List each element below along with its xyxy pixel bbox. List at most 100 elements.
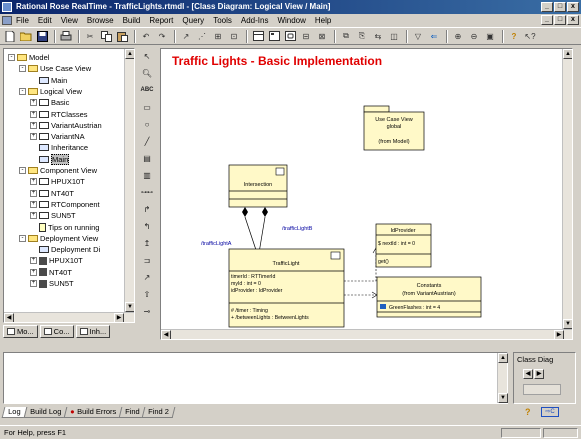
dependency-to-idprovider[interactable] xyxy=(344,247,380,282)
paste-icon[interactable] xyxy=(115,30,129,43)
minimize-button[interactable]: _ xyxy=(541,2,553,12)
mdi-minimize-button[interactable]: _ xyxy=(541,15,553,25)
diagram-scroll-up-button[interactable]: ▲ xyxy=(563,49,572,59)
new-icon[interactable] xyxy=(3,30,17,43)
trace-icon[interactable]: ⋰ xyxy=(195,30,209,43)
tree-item[interactable]: + VariantNA xyxy=(30,132,85,141)
collapse-icon[interactable]: - xyxy=(19,234,26,242)
expand-icon[interactable]: + xyxy=(30,189,37,197)
class-constants[interactable]: Constants (from VariantAustrian) GreenFl… xyxy=(376,276,482,318)
browser-vertical-scrollbar[interactable]: ▲ ▼ xyxy=(124,49,134,322)
tree-item[interactable]: + Basic xyxy=(30,98,69,107)
menu-add-ins[interactable]: Add-Ins xyxy=(241,14,269,27)
diagram-scroll-down-button[interactable]: ▼ xyxy=(563,319,572,329)
scroll-right-button[interactable]: ▶ xyxy=(114,313,124,322)
package-use-case-view[interactable]: Use Case View global (from Model) xyxy=(363,105,425,151)
expand-icon[interactable]: + xyxy=(30,121,37,129)
class-intersection[interactable]: Intersection xyxy=(228,164,288,208)
expand-icon[interactable]: + xyxy=(30,200,37,208)
run-icon[interactable]: ◫ xyxy=(387,30,401,43)
tab-inheritance[interactable]: Inh... xyxy=(75,325,111,338)
menu-edit[interactable]: Edit xyxy=(38,14,52,27)
tree-item[interactable]: + RTComponent xyxy=(30,200,100,209)
panel-help-icon[interactable]: ? xyxy=(525,407,536,417)
browse-deployment-icon[interactable]: ⊠ xyxy=(315,30,329,43)
capsule-tool-icon[interactable]: ▥ xyxy=(138,167,156,183)
tree-item[interactable]: Deployment Di xyxy=(30,245,100,254)
toolbox-icon[interactable]: ⇆ xyxy=(371,30,385,43)
diagram-scroll-left-button[interactable]: ◀ xyxy=(161,330,171,339)
zoom-in-icon[interactable]: ⊕ xyxy=(451,30,465,43)
browse-previous-icon[interactable]: ⎘ xyxy=(355,30,369,43)
filter-icon[interactable]: ▽ xyxy=(411,30,425,43)
tree-item[interactable]: - Deployment View xyxy=(19,234,98,243)
tree-item[interactable]: - Component View xyxy=(19,166,97,175)
panel-next-button[interactable]: ▶ xyxy=(534,369,544,379)
expand-icon[interactable]: + xyxy=(30,99,37,107)
menu-help[interactable]: Help xyxy=(315,14,331,27)
menu-browse[interactable]: Browse xyxy=(87,14,114,27)
expand-icon[interactable]: + xyxy=(30,257,37,265)
aggregation-traffic-light-b[interactable] xyxy=(258,207,268,254)
menu-file[interactable]: File xyxy=(16,14,29,27)
protocol-tool-icon[interactable]: ⊶⊷ xyxy=(138,184,156,200)
tree-item[interactable]: Tips on running xyxy=(30,222,99,232)
fit-icon[interactable]: ▣ xyxy=(483,30,497,43)
build-icon[interactable]: ⊞ xyxy=(211,30,225,43)
panel-apply-button[interactable] xyxy=(523,384,561,395)
print-icon[interactable] xyxy=(59,30,73,43)
expand-icon[interactable]: + xyxy=(30,212,37,220)
log-scroll-down-button[interactable]: ▼ xyxy=(498,393,508,403)
mdi-close-button[interactable]: x xyxy=(567,15,579,25)
open-icon[interactable] xyxy=(19,30,33,43)
menu-window[interactable]: Window xyxy=(277,14,305,27)
expand-icon[interactable]: + xyxy=(30,110,37,118)
tab-model[interactable]: Mo... xyxy=(3,325,38,338)
expand-icon[interactable]: + xyxy=(30,280,37,287)
maximize-button[interactable]: □ xyxy=(554,2,566,12)
menu-build[interactable]: Build xyxy=(123,14,141,27)
collapse-icon[interactable]: - xyxy=(19,65,26,73)
menu-view[interactable]: View xyxy=(61,14,78,27)
diagram-scroll-right-button[interactable]: ▶ xyxy=(554,330,564,339)
browse-parent-icon[interactable]: ⧉ xyxy=(339,30,353,43)
expand-icon[interactable]: + xyxy=(30,268,37,276)
class-idprovider[interactable]: IdProvider $ nextId : int = 0 get() xyxy=(375,223,432,268)
output-log[interactable]: ▲ ▼ xyxy=(3,352,508,404)
tree-item[interactable]: + SUN5T xyxy=(30,279,74,288)
tree-item[interactable]: Main xyxy=(30,76,67,85)
scroll-left-button[interactable]: ◀ xyxy=(4,313,14,322)
panel-prev-button[interactable]: ◀ xyxy=(523,369,533,379)
panel-forward-icon[interactable]: ⇨C xyxy=(541,407,559,417)
browse-class-icon[interactable] xyxy=(251,30,265,43)
browse-structure-icon[interactable]: ⊟ xyxy=(299,30,313,43)
realize-tool-icon[interactable]: ⇧ xyxy=(138,286,156,302)
compile-icon[interactable]: ⊡ xyxy=(227,30,241,43)
tab-find-2[interactable]: Find 2 xyxy=(141,407,176,418)
collapse-icon[interactable]: - xyxy=(19,167,26,174)
scroll-down-button[interactable]: ▼ xyxy=(125,302,134,312)
association-tool-icon[interactable]: ↱ xyxy=(138,201,156,217)
tree-item[interactable]: + HPUX10T xyxy=(30,177,85,186)
cut-icon[interactable]: ✂ xyxy=(83,30,97,43)
mdi-restore-button[interactable]: □ xyxy=(554,15,566,25)
tree-item[interactable]: + NT40T xyxy=(30,268,72,277)
save-icon[interactable] xyxy=(35,30,49,43)
close-button[interactable]: x xyxy=(567,2,579,12)
aggregation-traffic-light-a[interactable] xyxy=(242,207,258,254)
tab-build-errors[interactable]: ● Build Errors xyxy=(63,407,122,418)
menu-tools[interactable]: Tools xyxy=(213,14,232,27)
diagram-vertical-scrollbar[interactable]: ▲ ▼ xyxy=(562,49,572,339)
class-trafficlight[interactable]: TrafficLight timerId : RTTimerId myId : … xyxy=(228,248,345,328)
selection-tool-icon[interactable]: ↖ xyxy=(138,48,156,64)
class-diagram-canvas[interactable]: Traffic Lights - Basic Implementation Us… xyxy=(160,48,573,340)
browse-state-icon[interactable] xyxy=(283,30,297,43)
zoom-out-icon[interactable]: ⊖ xyxy=(467,30,481,43)
tree-item[interactable]: + NT40T xyxy=(30,189,74,198)
aggregation-tool-icon[interactable]: ↰ xyxy=(138,218,156,234)
model-browser[interactable]: - Model - Use Case View Main - Logical View + Ba… xyxy=(3,48,135,323)
package-tool-icon[interactable]: ⊐ xyxy=(138,252,156,268)
tree-item[interactable]: + HPUX10T xyxy=(30,256,83,265)
log-scroll-up-button[interactable]: ▲ xyxy=(498,353,508,363)
zoom-tool-icon[interactable]: 🔍︎ xyxy=(138,65,156,81)
